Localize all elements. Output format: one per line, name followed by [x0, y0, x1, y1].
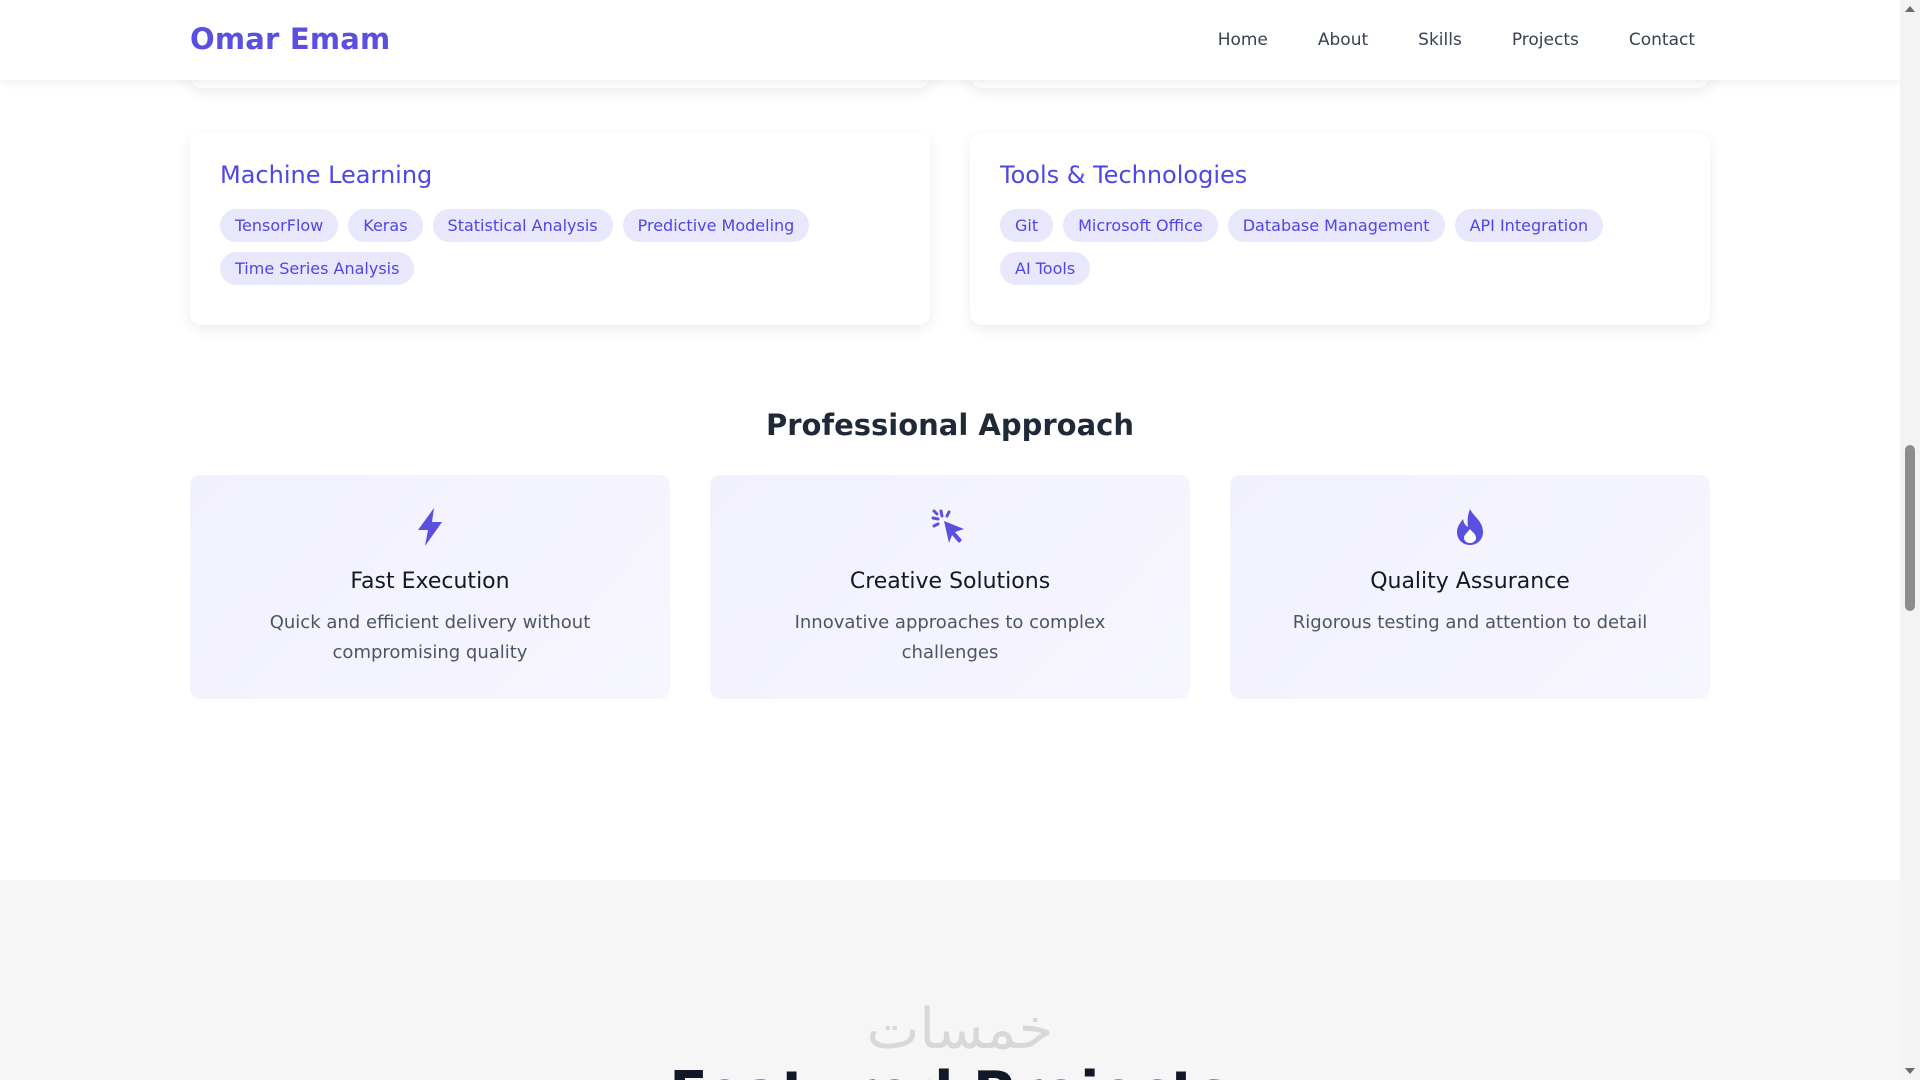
- skill-card-title: Machine Learning: [220, 161, 433, 189]
- skill-card-tools: Tools & Technologies Git Microsoft Offic…: [970, 133, 1710, 325]
- main-nav: Home About Skills Projects Contact: [1218, 30, 1695, 50]
- skill-tag: Keras: [348, 209, 423, 242]
- skill-tag: AI Tools: [1000, 252, 1091, 285]
- scrollbar-thumb[interactable]: [1905, 445, 1915, 611]
- skill-tag: Statistical Analysis: [432, 209, 613, 242]
- approach-card-title: Fast Execution: [350, 569, 510, 594]
- nav-home[interactable]: Home: [1218, 30, 1268, 50]
- approach-card-text: Innovative approaches to complex challen…: [794, 612, 1106, 663]
- bolt-icon: [190, 505, 670, 549]
- page-content: Omar Emam Home About Skills Projects Con…: [0, 0, 1900, 1080]
- approach-card-text: Quick and efficient delivery without com…: [269, 612, 591, 663]
- scroll-up-arrow-icon[interactable]: [1905, 6, 1915, 12]
- skill-tag: Git: [1000, 209, 1054, 242]
- skill-tag: API Integration: [1454, 209, 1604, 242]
- approach-card-creative-solutions: Creative Solutions Innovative approaches…: [710, 475, 1190, 699]
- approach-card-quality-assurance: Quality Assurance Rigorous testing and a…: [1230, 475, 1710, 699]
- approach-card-text: Rigorous testing and attention to detail: [1292, 612, 1648, 633]
- section-title-approach: Professional Approach: [766, 408, 1134, 442]
- skill-tag: TensorFlow: [220, 209, 339, 242]
- nav-skills[interactable]: Skills: [1418, 30, 1462, 50]
- skill-tag: Predictive Modeling: [622, 209, 810, 242]
- skill-card-machine-learning: Machine Learning TensorFlow Keras Statis…: [190, 133, 930, 325]
- skill-tags: Git Microsoft Office Database Management…: [1000, 209, 1620, 285]
- skill-tag: Microsoft Office: [1063, 209, 1218, 242]
- approach-card-title: Creative Solutions: [849, 569, 1051, 594]
- section-title-featured-projects: Featured Projects: [0, 1060, 1900, 1080]
- nav-contact[interactable]: Contact: [1629, 30, 1695, 50]
- nav-projects[interactable]: Projects: [1512, 30, 1579, 50]
- nav-about[interactable]: About: [1318, 30, 1368, 50]
- brand-logo[interactable]: Omar Emam: [190, 22, 390, 56]
- skill-tag: Time Series Analysis: [220, 252, 415, 285]
- skill-tag: Database Management: [1227, 209, 1445, 242]
- fire-icon: [1230, 505, 1710, 549]
- approach-card-title: Quality Assurance: [1370, 569, 1570, 594]
- vertical-scrollbar[interactable]: [1900, 0, 1920, 1080]
- site-header: Omar Emam Home About Skills Projects Con…: [0, 0, 1900, 80]
- skill-card-title: Tools & Technologies: [1000, 161, 1248, 189]
- skill-tags: TensorFlow Keras Statistical Analysis Pr…: [220, 209, 840, 285]
- approach-card-fast-execution: Fast Execution Quick and efficient deliv…: [190, 475, 670, 699]
- scroll-down-arrow-icon[interactable]: [1905, 1068, 1915, 1074]
- watermark: خمسات: [866, 997, 1054, 1062]
- pointer-click-icon: [710, 505, 1190, 549]
- browser-viewport: Omar Emam Home About Skills Projects Con…: [0, 0, 1920, 1080]
